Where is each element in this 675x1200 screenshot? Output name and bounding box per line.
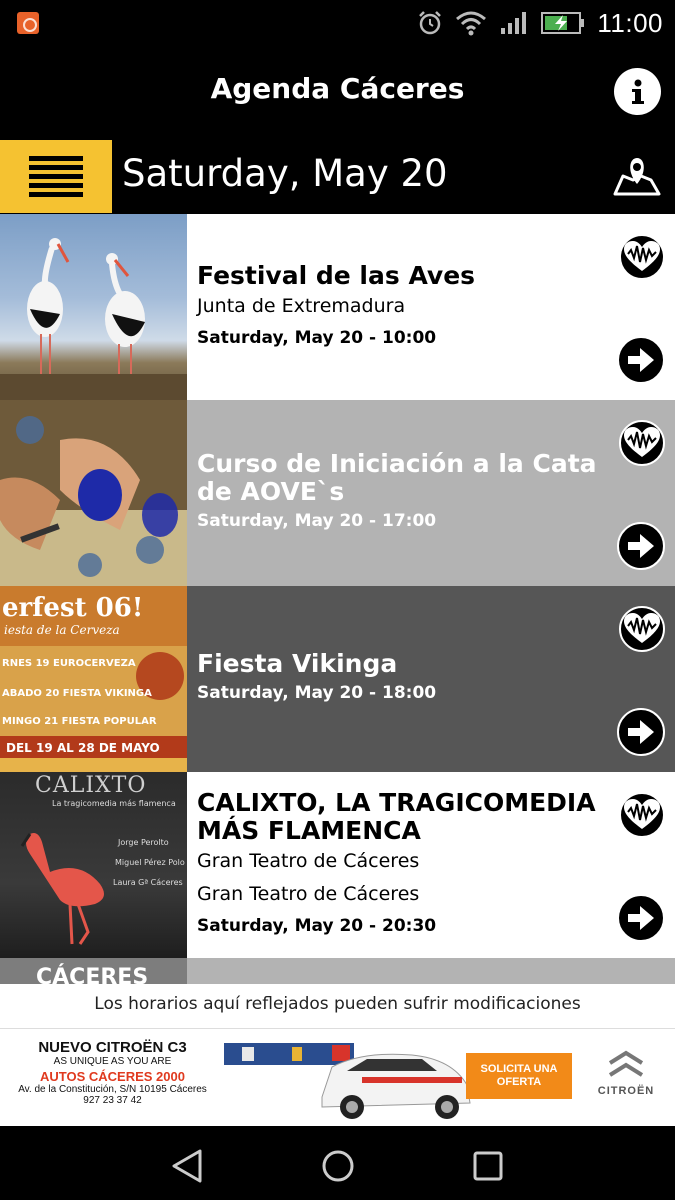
date-bar: Saturday, May 20 [0,140,675,214]
menu-icon-line [29,174,83,179]
info-button[interactable] [614,68,661,115]
car-image [224,1043,471,1119]
current-date: Saturday, May 20 [122,152,448,195]
favorite-button[interactable] [619,234,665,280]
menu-button[interactable] [0,140,112,213]
signal-icon [501,12,527,34]
event-card[interactable]: Festival de las Aves Junta de Extremadur… [0,214,675,400]
alarm-icon [419,11,442,35]
android-nav-bar [0,1132,675,1200]
menu-icon-line [29,165,83,170]
open-event-button[interactable] [617,522,665,570]
open-event-button[interactable] [617,336,665,384]
event-card[interactable]: CÁCERES [0,958,675,984]
poster-credit: Laura Gª Cáceres [113,878,183,887]
recents-icon[interactable] [468,1148,508,1184]
open-event-button[interactable] [617,708,665,756]
heart-icon [624,241,660,271]
arrow-right-icon [628,348,654,372]
event-datetime: Saturday, May 20 - 20:30 [197,916,437,936]
event-card[interactable]: CALIXTO La tragicomedia más flamenca Jor… [0,772,675,958]
event-body [187,958,675,984]
event-title: Festival de las Aves [197,260,476,290]
event-title: CALIXTO, LA TRAGICOMEDIA MÁS FLAMENCA [197,788,596,845]
event-body: Fiesta Vikinga Saturday, May 20 - 18:00 [187,586,675,772]
citroen-logo: CITROËN [586,1047,666,1097]
app-notification-icon [17,12,39,34]
poster-line: MINGO 21 FIESTA POPULAR [2,716,157,727]
poster-subtitle: La tragicomedia más flamenca [52,799,176,808]
poster-subtitle: iesta de la Cerveza [4,623,120,637]
wifi-icon [456,11,487,36]
event-image-beer-fest-poster: erfest 06! iesta de la Cerveza RNES 19 E… [0,586,187,772]
ad-tagline: AS UNIQUE AS YOU ARE [53,1056,172,1067]
ad-dealer: AUTOS CÁCERES 2000 [40,1069,185,1084]
poster-credit: Miguel Pérez Polo [115,857,185,867]
event-list[interactable]: Festival de las Aves Junta de Extremadur… [0,214,675,984]
ad-banner[interactable]: NUEVO CITROËN C3 AS UNIQUE AS YOU ARE AU… [0,1028,675,1126]
menu-icon-line [29,183,83,188]
battery-charging-icon [541,12,585,34]
poster-credit: Jorge Perolto [117,838,169,847]
poster-line: ABADO 20 FIESTA VIKINGA [2,688,152,699]
heart-icon [624,427,660,457]
favorite-button[interactable] [619,606,665,652]
heart-icon [624,799,660,829]
app-title: Agenda Cáceres [210,72,465,105]
ad-phone: 927 23 37 42 [83,1095,142,1106]
event-image-flamingo-poster: CALIXTO La tragicomedia más flamenca Jor… [0,772,187,958]
poster-footer: DEL 19 AL 28 DE MAYO [6,741,160,755]
event-venue: Gran Teatro de Cáceres [197,883,420,905]
ad-address: Av. de la Constitución, S/N 10195 Cácere… [18,1084,207,1095]
poster-title: erfest 06! [2,593,143,623]
info-icon [631,79,644,104]
event-title: Fiesta Vikinga [197,649,398,678]
ad-headline: NUEVO CITROËN C3 [38,1039,187,1056]
arrow-right-icon [628,534,654,558]
event-image-oil-tasting [0,400,187,586]
event-body: CALIXTO, LA TRAGICOMEDIA MÁS FLAMENCA Gr… [187,772,675,958]
favorite-button[interactable] [619,420,665,466]
schedule-disclaimer: Los horarios aquí reflejados pueden sufr… [0,984,675,1028]
home-icon[interactable] [318,1148,358,1184]
back-icon[interactable] [168,1148,208,1184]
event-organizer: Junta de Extremadura [197,294,406,317]
arrow-right-icon [628,906,654,930]
event-organizer: Gran Teatro de Cáceres [197,850,420,872]
menu-icon-line [29,156,83,161]
event-card[interactable]: Curso de Iniciación a la Cata de AOVE`s … [0,400,675,586]
map-icon[interactable] [613,154,661,198]
event-datetime: Saturday, May 20 - 18:00 [197,683,437,703]
arrow-right-icon [628,720,654,744]
event-image-storks [0,214,187,400]
event-title: Curso de Iniciación a la Cata de AOVE`s [197,449,597,506]
citroen-chevrons-icon [608,1050,644,1077]
open-event-button[interactable] [617,894,665,942]
poster-line: RNES 19 EUROCERVEZA [2,658,136,669]
ad-brand: CITROËN [597,1085,655,1097]
status-icons: 11:00 [417,6,663,40]
heart-icon [624,613,660,643]
app-header: Agenda Cáceres [0,46,675,140]
poster-title: CALIXTO [35,773,146,798]
ad-text: NUEVO CITROËN C3 AS UNIQUE AS YOU ARE AU… [10,1039,215,1106]
clock: 11:00 [597,7,663,38]
event-body: Festival de las Aves Junta de Extremadur… [187,214,675,400]
menu-icon-line [29,192,83,197]
event-datetime: Saturday, May 20 - 17:00 [197,511,437,531]
event-body: Curso de Iniciación a la Cata de AOVE`s … [187,400,675,586]
event-datetime: Saturday, May 20 - 10:00 [197,327,437,348]
status-bar: 11:00 [0,0,675,46]
ad-cta-button[interactable]: SOLICITA UNA OFERTA [466,1053,572,1099]
poster-title: CÁCERES [36,964,148,984]
event-image-caceres: CÁCERES [0,958,187,984]
event-card[interactable]: erfest 06! iesta de la Cerveza RNES 19 E… [0,586,675,772]
favorite-button[interactable] [619,792,665,838]
